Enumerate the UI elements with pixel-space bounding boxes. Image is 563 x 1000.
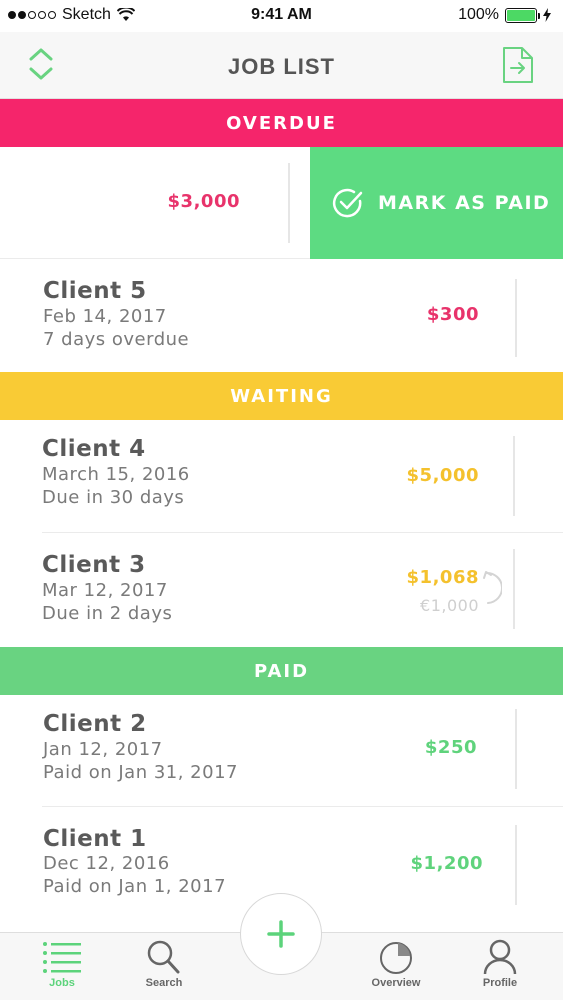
battery-icon bbox=[505, 7, 540, 23]
section-header-paid: PAID bbox=[0, 647, 563, 695]
swiped-job-row[interactable]: $3,000 MARK AS PAID bbox=[0, 147, 563, 259]
list-icon bbox=[43, 942, 81, 973]
table-row[interactable]: Client 2 Jan 12, 2017 Paid on Jan 31, 20… bbox=[0, 695, 563, 807]
job-date: Jan 12, 2017 bbox=[43, 739, 163, 760]
job-amount: $5,000 bbox=[406, 465, 479, 486]
tab-jobs[interactable]: Jobs bbox=[22, 939, 102, 989]
check-circle-icon bbox=[332, 188, 363, 218]
row-divider-vertical bbox=[515, 709, 517, 789]
export-icon[interactable] bbox=[502, 46, 534, 84]
tab-label: Profile bbox=[482, 977, 518, 989]
tab-label: Search bbox=[145, 977, 183, 989]
status-bar: Sketch 9:41 AM 100% bbox=[0, 0, 563, 32]
job-amount: $1,068 bbox=[406, 567, 479, 588]
section-header-waiting: WAITING bbox=[0, 372, 563, 420]
client-name: Client 1 bbox=[43, 826, 147, 852]
job-amount: $250 bbox=[424, 737, 477, 758]
job-amount: $1,200 bbox=[410, 853, 483, 874]
row-divider-vertical bbox=[515, 279, 517, 357]
status-right: 100% bbox=[458, 6, 551, 24]
job-amount: $300 bbox=[426, 304, 479, 325]
plus-icon bbox=[267, 920, 295, 948]
charging-icon bbox=[543, 8, 551, 22]
tab-label: Jobs bbox=[49, 977, 75, 989]
job-amount: $3,000 bbox=[167, 191, 240, 212]
row-divider-vertical bbox=[288, 163, 290, 243]
job-date: Mar 12, 2017 bbox=[42, 580, 168, 601]
mark-as-paid-button[interactable]: MARK AS PAID bbox=[310, 147, 563, 259]
converted-amount: €1,000 bbox=[420, 596, 479, 615]
tab-search[interactable]: Search bbox=[124, 939, 204, 989]
pie-chart-icon bbox=[380, 942, 412, 974]
currency-convert-icon bbox=[483, 571, 502, 604]
add-job-button[interactable] bbox=[240, 893, 322, 975]
search-icon bbox=[147, 940, 180, 974]
table-row[interactable]: Client 5 Feb 14, 2017 7 days overdue $30… bbox=[0, 259, 563, 372]
job-status: Paid on Jan 1, 2017 bbox=[43, 876, 227, 897]
row-divider-vertical bbox=[513, 436, 515, 516]
job-date: Dec 12, 2016 bbox=[43, 853, 170, 874]
job-status: Due in 2 days bbox=[42, 603, 173, 624]
client-name: Client 5 bbox=[43, 278, 147, 304]
nav-bar: JOB LIST bbox=[0, 32, 563, 99]
user-icon bbox=[483, 939, 517, 975]
battery-percent: 100% bbox=[458, 6, 499, 23]
client-name: Client 4 bbox=[42, 436, 146, 462]
row-divider-vertical bbox=[515, 825, 517, 905]
client-name: Client 3 bbox=[42, 552, 146, 578]
mark-as-paid-label: MARK AS PAID bbox=[378, 192, 551, 214]
page-title: JOB LIST bbox=[227, 54, 335, 79]
job-status: Paid on Jan 31, 2017 bbox=[43, 762, 238, 783]
job-date: March 15, 2016 bbox=[42, 464, 190, 485]
row-divider-vertical bbox=[513, 549, 515, 629]
section-header-overdue: OVERDUE bbox=[0, 99, 563, 147]
table-row[interactable]: Client 3 Mar 12, 2017 Due in 2 days $1,0… bbox=[0, 533, 563, 647]
job-date: Feb 14, 2017 bbox=[43, 306, 167, 327]
client-name: Client 2 bbox=[43, 711, 147, 737]
job-status: 7 days overdue bbox=[43, 329, 190, 350]
tab-profile[interactable]: Profile bbox=[460, 939, 540, 989]
job-status: Due in 30 days bbox=[42, 487, 185, 508]
tab-overview[interactable]: Overview bbox=[356, 939, 436, 989]
table-row[interactable]: Client 4 March 15, 2016 Due in 30 days $… bbox=[0, 420, 563, 533]
tab-label: Overview bbox=[371, 977, 421, 989]
